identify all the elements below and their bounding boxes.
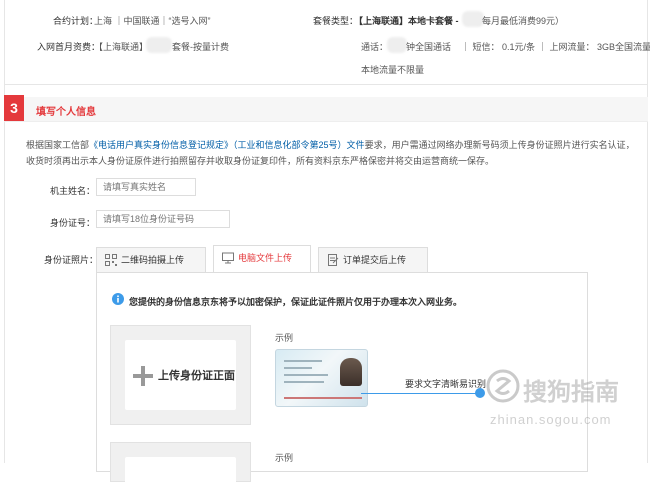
- contract-value: 上海 ｜中国联通｜“选号入网”: [94, 16, 211, 26]
- section-header: [4, 97, 648, 122]
- details-call: 通话：: [361, 42, 389, 52]
- tab-label: 订单提交后上传: [343, 255, 407, 265]
- portrait-photo: [340, 358, 362, 386]
- document-icon: [328, 254, 339, 266]
- callout-text: 要求文字清晰易识别: [405, 379, 487, 389]
- upload-front-label: 上传身份证正面: [158, 370, 235, 382]
- example-label: 示例: [275, 333, 294, 343]
- details-call-suffix: 钟全国通话: [406, 42, 452, 52]
- qrcode-icon: [105, 254, 117, 266]
- tab-computer-upload[interactable]: 电脑文件上传: [213, 245, 311, 273]
- monitor-icon: [222, 252, 234, 264]
- step-number: 3: [4, 95, 24, 121]
- name-label: 机主姓名：: [50, 186, 96, 196]
- id-label: 身份证号：: [50, 218, 96, 228]
- package-type-value: 【上海联通】本地卡套餐 -: [354, 16, 459, 26]
- package-type-note: 每月最低消费99元）: [482, 16, 565, 26]
- upload-back-frame: [125, 457, 236, 491]
- photo-label: 身份证照片：: [44, 255, 99, 265]
- upload-back-button[interactable]: [110, 442, 251, 491]
- info-icon: [112, 293, 124, 305]
- example-label-2: 示例: [275, 453, 294, 463]
- plus-icon: [133, 366, 153, 386]
- package-type-label: 套餐类型：: [313, 16, 359, 26]
- first-month-suffix: 套餐-按量计费: [172, 42, 229, 52]
- notice-prefix: 根据国家工信部: [26, 140, 90, 150]
- tab-label: 电脑文件上传: [238, 253, 293, 263]
- name-input[interactable]: [96, 178, 196, 196]
- blurred-package-name: [146, 37, 172, 53]
- contract-label: 合约计划：: [53, 16, 99, 26]
- details-local: 本地流量不限量: [361, 65, 425, 75]
- id-number-input[interactable]: [96, 210, 230, 228]
- document-link[interactable]: 文件: [347, 140, 365, 150]
- id-card-example-image: [275, 349, 368, 407]
- blurred-price: [462, 11, 484, 27]
- tab-qrcode-upload[interactable]: 二维码拍摄上传: [96, 247, 206, 273]
- details-sms: ｜ 短信： 0.1元/条: [461, 42, 536, 52]
- callout-line: [361, 393, 479, 394]
- watermark-url: zhinan.sogou.com: [490, 412, 612, 427]
- privacy-info-text: 您提供的身份信息京东将予以加密保护，保证此证件照片仅用于办理本次入网业务。: [129, 297, 463, 307]
- sogou-logo-icon: [486, 369, 520, 403]
- regulation-link[interactable]: 《电话用户真实身份信息登记规定》: [89, 140, 233, 150]
- first-month-value: 【上海联通】: [94, 42, 149, 52]
- section-title: 填写个人信息: [36, 107, 96, 118]
- tab-upload-after-order[interactable]: 订单提交后上传: [318, 247, 428, 273]
- blurred-minutes: [387, 37, 407, 53]
- tab-label: 二维码拍摄上传: [121, 255, 185, 265]
- decree-link[interactable]: （工业和信息化部令第25号）: [233, 140, 347, 150]
- details-data: ｜ 上网流量： 3GB全国流量: [538, 42, 650, 52]
- legal-notice: 根据国家工信部《电话用户真实身份信息登记规定》（工业和信息化部令第25号）文件要…: [26, 137, 641, 169]
- first-month-label: 入网首月资费：: [37, 42, 101, 52]
- watermark-brand: 搜狗指南: [523, 379, 619, 406]
